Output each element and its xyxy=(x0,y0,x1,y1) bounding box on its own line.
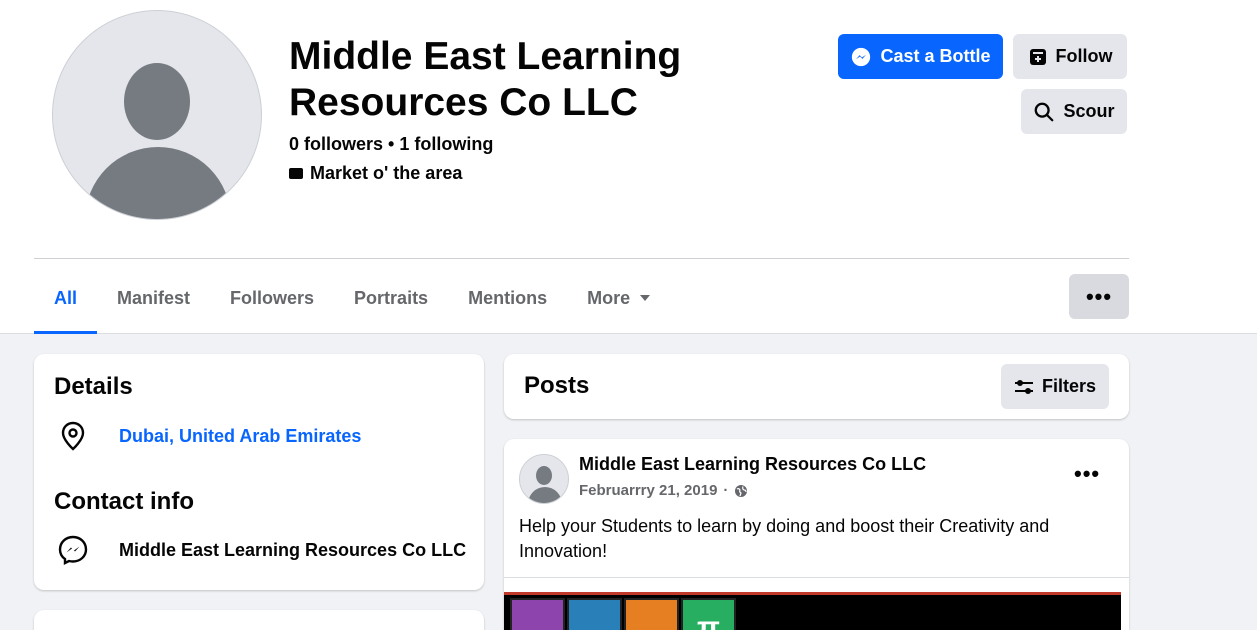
ellipsis-icon: ••• xyxy=(1074,461,1101,486)
meta-separator: · xyxy=(723,482,729,499)
post-author-avatar[interactable] xyxy=(519,454,569,504)
message-button[interactable]: Cast a Bottle xyxy=(838,34,1003,79)
messenger-icon xyxy=(54,531,92,569)
tab-more[interactable]: More xyxy=(567,262,670,334)
post-text: Help your Students to learn by doing and… xyxy=(519,516,1050,561)
tab-about[interactable]: Manifest xyxy=(97,262,210,334)
caret-down-icon xyxy=(640,295,651,301)
tab-label: Followers xyxy=(230,287,315,308)
more-options-button[interactable]: ••• xyxy=(1069,274,1129,319)
post-image[interactable]: π xyxy=(504,592,1121,630)
tab-label: Portraits xyxy=(354,287,429,308)
filters-button[interactable]: Filters xyxy=(1001,364,1109,409)
messenger-icon xyxy=(852,47,871,66)
location-pin-icon xyxy=(54,417,92,455)
tab-all[interactable]: All xyxy=(34,262,98,334)
search-icon xyxy=(1035,102,1054,121)
tab-label: Mentions xyxy=(468,287,548,308)
pi-tile: π xyxy=(681,598,736,630)
sliders-icon xyxy=(1014,379,1033,394)
ellipsis-icon: ••• xyxy=(1085,283,1113,309)
tab-mentions[interactable]: Mentions xyxy=(448,262,567,334)
post-date[interactable]: Februarrry 21, 2019 xyxy=(579,482,717,499)
avatar-body-silhouette xyxy=(528,487,562,503)
avatar-head-silhouette xyxy=(536,466,552,485)
details-card: Details Dubai, United Arab Emirates Cont… xyxy=(34,354,484,590)
avatar-head-silhouette xyxy=(124,63,190,140)
briefcase-icon xyxy=(289,167,303,179)
search-button[interactable]: Scour xyxy=(1021,89,1127,134)
location-link[interactable]: Dubai, United Arab Emirates xyxy=(119,426,361,447)
follow-button-label: Follow xyxy=(1055,46,1113,66)
category-label: Market o' the area xyxy=(310,163,463,183)
globe-icon xyxy=(735,484,748,497)
posts-header-card: Posts Filters xyxy=(504,354,1129,419)
post-divider xyxy=(504,577,1129,578)
tab-label: All xyxy=(54,287,78,308)
message-button-label: Cast a Bottle xyxy=(880,46,991,66)
follow-icon xyxy=(1029,48,1046,65)
profile-avatar[interactable] xyxy=(52,10,262,220)
profile-tabs: All Manifest Followers Portraits Mention… xyxy=(34,262,670,334)
post-meta: Februarrry 21, 2019 · xyxy=(579,482,748,499)
circuit-tile xyxy=(567,598,622,630)
tab-label: Manifest xyxy=(117,287,191,308)
contact-info-heading: Contact info xyxy=(54,488,194,515)
post-author-name[interactable]: Middle East Learning Resources Co LLC xyxy=(579,454,926,475)
follower-stats[interactable]: 0 followers • 1 following xyxy=(289,132,493,156)
page-title: Middle East Learning Resources Co LLC xyxy=(289,35,682,124)
tab-label: More xyxy=(587,287,631,308)
next-card xyxy=(34,610,484,630)
filters-button-label: Filters xyxy=(1041,376,1097,396)
follow-button[interactable]: Follow xyxy=(1013,34,1127,79)
messenger-row: Middle East Learning Resources Co LLC xyxy=(54,531,466,569)
profile-header: Middle East Learning Resources Co LLC 0 … xyxy=(0,0,1257,334)
header-divider xyxy=(34,258,1129,259)
messenger-contact-name[interactable]: Middle East Learning Resources Co LLC xyxy=(119,540,466,561)
tab-photos[interactable]: Portraits xyxy=(334,262,448,334)
flask-tile xyxy=(510,598,565,630)
post-card: Middle East Learning Resources Co LLC Fe… xyxy=(504,439,1129,630)
location-row: Dubai, United Arab Emirates xyxy=(54,417,361,455)
details-heading: Details xyxy=(54,373,133,400)
pi-glyph: π xyxy=(697,611,720,630)
avatar-body-silhouette xyxy=(85,147,231,219)
posts-heading: Posts xyxy=(524,372,590,399)
post-options-button[interactable]: ••• xyxy=(1074,461,1100,487)
tab-followers[interactable]: Followers xyxy=(210,262,334,334)
page-category: Market o' the area xyxy=(289,161,462,185)
search-button-label: Scour xyxy=(1063,101,1115,121)
gear-tile xyxy=(624,598,679,630)
